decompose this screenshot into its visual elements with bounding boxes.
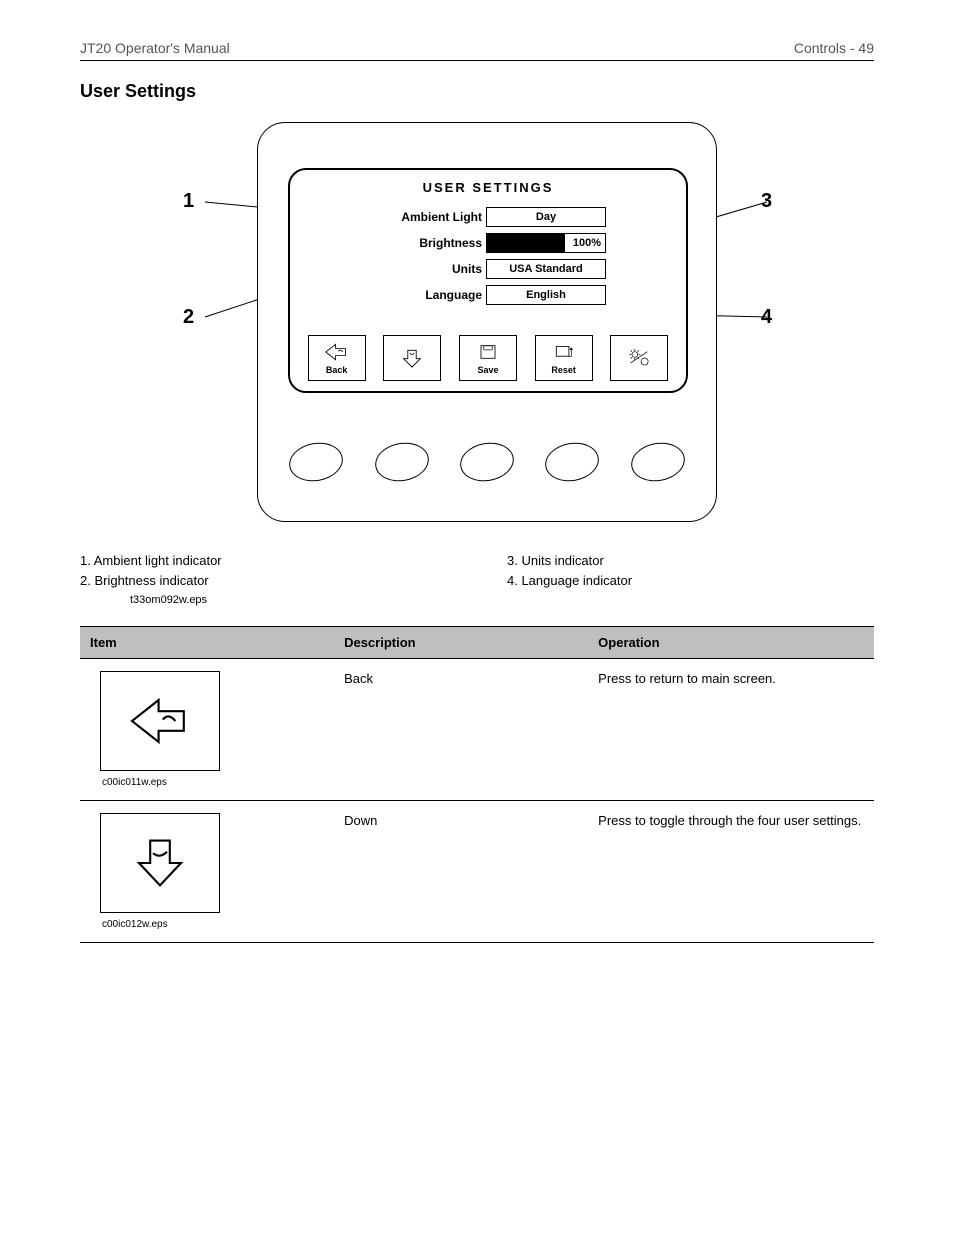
table-cell-desc: Back — [334, 659, 588, 801]
device-diagram: 1 2 3 4 USER SETTINGS Ambient Light Day … — [177, 122, 777, 542]
screen-title: USER SETTINGS — [290, 180, 686, 195]
settings-list: Ambient Light Day Brightness 100% Units … — [290, 207, 686, 305]
back-arrow-icon — [323, 341, 351, 363]
setting-brightness: Brightness 100% — [290, 233, 686, 253]
table-cell-op: Press to toggle through the four user se… — [588, 801, 874, 943]
table-cell-op: Press to return to main screen. — [588, 659, 874, 801]
brightness-bar: 100% — [486, 233, 606, 253]
header-right: Controls - 49 — [794, 40, 874, 56]
callout-3: 3 — [761, 190, 772, 213]
setting-label: Brightness — [352, 236, 482, 250]
softkey-label: Save — [477, 365, 498, 375]
save-icon — [474, 341, 502, 363]
physical-button[interactable] — [628, 439, 688, 486]
legend-item: 2. Brightness indicator — [80, 572, 447, 590]
setting-ambient-light: Ambient Light Day — [290, 207, 686, 227]
manual-page: JT20 Operator's Manual Controls - 49 Use… — [0, 0, 954, 983]
section-title: User Settings — [80, 81, 874, 102]
setting-value: Day — [486, 207, 606, 227]
table-row: c00ic012w.eps Down Press to toggle throu… — [80, 801, 874, 943]
physical-button[interactable] — [372, 439, 432, 486]
header-rule — [80, 60, 874, 61]
down-arrow-icon — [100, 813, 220, 913]
callout-2: 2 — [183, 306, 194, 329]
sun-moon-icon — [625, 347, 653, 369]
table-row: c00ic011w.eps Back Press to return to ma… — [80, 659, 874, 801]
page-header: JT20 Operator's Manual Controls - 49 — [80, 40, 874, 56]
physical-button[interactable] — [286, 439, 346, 486]
legend-item: 3. Units indicator — [507, 552, 874, 570]
callout-4: 4 — [761, 306, 772, 329]
physical-button-row — [258, 443, 716, 481]
table-header-desc: Description — [334, 627, 588, 659]
figure-filename: t33om092w.eps — [130, 594, 874, 606]
softkey-back[interactable]: Back — [308, 335, 366, 381]
icon-caption: c00ic011w.eps — [102, 777, 324, 788]
legend-item: 4. Language indicator — [507, 572, 874, 590]
device-outline: USER SETTINGS Ambient Light Day Brightne… — [257, 122, 717, 522]
softkey-row: Back Save — [290, 335, 686, 381]
setting-units: Units USA Standard — [290, 259, 686, 279]
setting-label: Language — [352, 288, 482, 302]
softkey-label: Back — [326, 365, 348, 375]
physical-button[interactable] — [542, 439, 602, 486]
down-arrow-icon — [398, 347, 426, 369]
setting-value: USA Standard — [486, 259, 606, 279]
table-cell-desc: Down — [334, 801, 588, 943]
reset-icon — [550, 341, 578, 363]
setting-language: Language English — [290, 285, 686, 305]
legend-item: 1. Ambient light indicator — [80, 552, 447, 570]
callout-1: 1 — [183, 190, 194, 213]
setting-value: English — [486, 285, 606, 305]
table-header-item: Item — [80, 627, 334, 659]
softkey-down[interactable] — [383, 335, 441, 381]
back-arrow-icon — [100, 671, 220, 771]
table-header-op: Operation — [588, 627, 874, 659]
softkey-day-night[interactable] — [610, 335, 668, 381]
brightness-fill — [487, 234, 565, 252]
setting-label: Ambient Light — [352, 210, 482, 224]
callout-legend: 1. Ambient light indicator 2. Brightness… — [80, 552, 874, 594]
physical-button[interactable] — [457, 439, 517, 486]
setting-label: Units — [352, 262, 482, 276]
softkey-save[interactable]: Save — [459, 335, 517, 381]
brightness-percentage: 100% — [573, 234, 601, 252]
icon-caption: c00ic012w.eps — [102, 919, 324, 930]
softkey-label: Reset — [551, 365, 576, 375]
softkey-reset[interactable]: Reset — [535, 335, 593, 381]
header-left: JT20 Operator's Manual — [80, 40, 230, 56]
softkey-reference-table: Item Description Operation c00ic011w.eps… — [80, 626, 874, 943]
device-screen: USER SETTINGS Ambient Light Day Brightne… — [288, 168, 688, 393]
